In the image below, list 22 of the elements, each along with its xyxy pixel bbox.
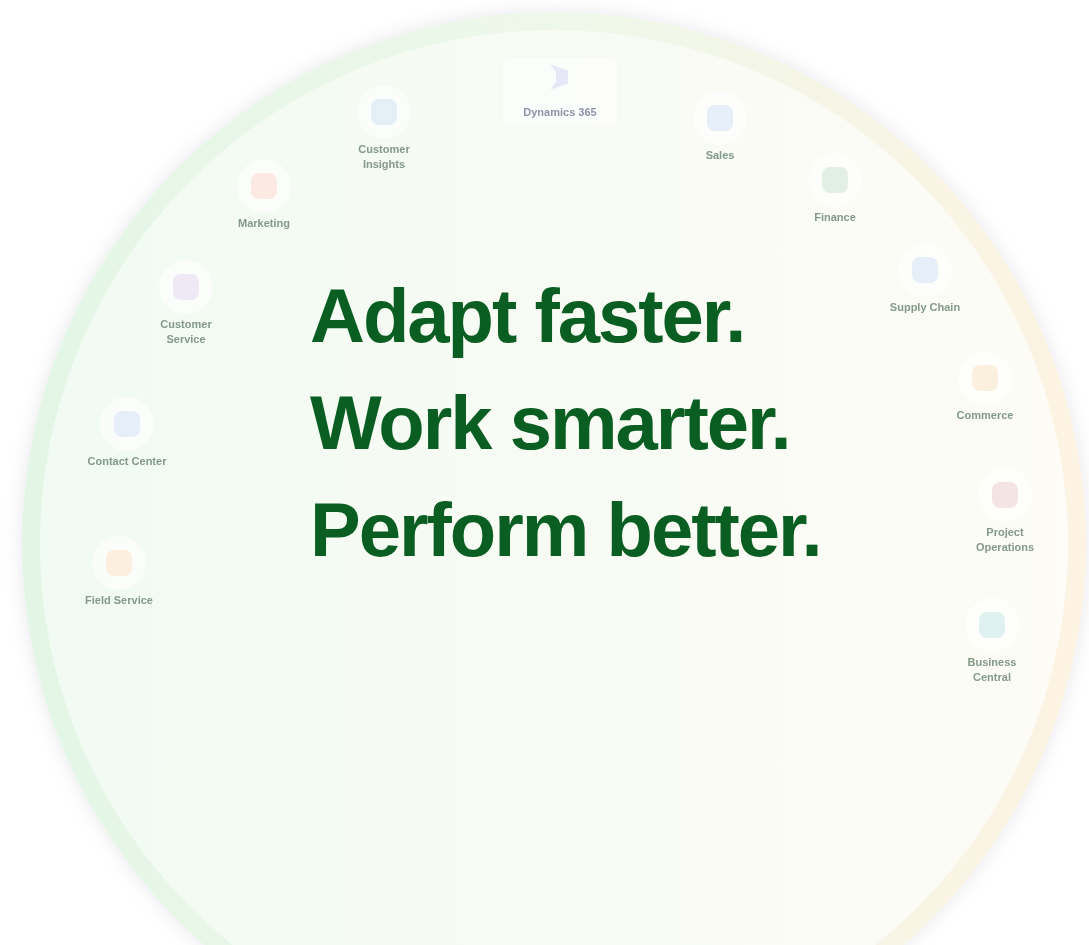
headline: Work smarter. [310, 379, 790, 467]
app-icon [977, 467, 1033, 523]
app-label: Marketing [237, 216, 291, 231]
app-label: Business Central [966, 655, 1018, 685]
app-label: Customer Service [159, 317, 213, 347]
app-icon [957, 350, 1013, 406]
app-label: Contact Center [87, 454, 167, 469]
app-icon [236, 158, 292, 214]
app-label: Supply Chain [888, 300, 962, 315]
app-icon [897, 242, 953, 298]
headline: Perform better. [310, 486, 821, 574]
headline: Adapt faster. [310, 272, 745, 360]
app-icon [91, 535, 147, 591]
app-label: Commerce [955, 408, 1015, 423]
app-label: Field Service [84, 593, 154, 608]
app-icon [807, 152, 863, 208]
brand-label: Dynamics 365 [523, 106, 597, 118]
app-label: Project Operations [974, 525, 1036, 555]
app-label: Sales [704, 148, 736, 163]
app-label: Customer Insights [357, 142, 411, 172]
app-icon [964, 597, 1020, 653]
app-label: Finance [813, 210, 857, 225]
